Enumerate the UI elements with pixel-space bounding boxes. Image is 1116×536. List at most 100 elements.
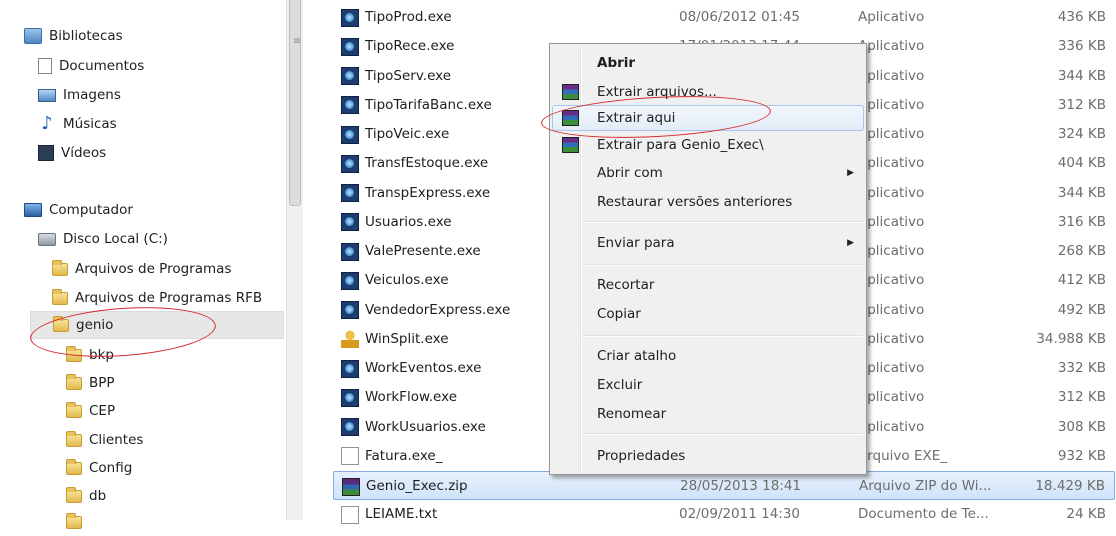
file-size: 436 KB — [1057, 9, 1106, 25]
documents-icon — [38, 58, 52, 74]
menu-separator — [583, 335, 863, 337]
file-size: 412 KB — [1057, 272, 1106, 289]
file-name: TranspExpress.exe — [341, 179, 490, 208]
file-name: TipoVeic.exe — [341, 120, 449, 149]
file-size: 308 KB — [1057, 418, 1106, 435]
nav-item-cep[interactable]: CEP — [66, 397, 115, 425]
file-name: Veiculos.exe — [341, 266, 449, 295]
file-name: LEIAME.txt — [341, 500, 437, 529]
application-icon — [341, 125, 359, 144]
nav-item-clientes[interactable]: Clientes — [66, 426, 143, 454]
nav-item-documentos[interactable]: Documentos — [38, 52, 144, 80]
file-type: Aplicativo — [858, 389, 925, 406]
music-icon: ♪ — [41, 113, 53, 134]
drive-icon — [38, 232, 56, 246]
file-type: Arquivo EXE_ — [858, 447, 948, 464]
folder-icon — [66, 373, 82, 390]
menu-item-label: Enviar para — [597, 235, 675, 251]
file-name: TransfEstoque.exe — [341, 149, 488, 178]
file-size: 492 KB — [1057, 301, 1106, 318]
file-name: ValePresente.exe — [341, 237, 481, 266]
folder-icon — [52, 288, 68, 305]
folder-icon — [66, 430, 82, 447]
file-size: 312 KB — [1057, 96, 1106, 113]
nav-item-musicas[interactable]: ♪ Músicas — [38, 110, 116, 138]
text-file-icon — [341, 447, 359, 466]
winrar-archive-icon — [342, 477, 360, 496]
menu-item-restore[interactable]: Restaurar versões anteriores — [552, 189, 864, 215]
menu-item-rename[interactable]: Renomear — [552, 401, 864, 427]
nav-item-computador[interactable]: Computador — [24, 196, 133, 224]
menu-item-copy[interactable]: Copiar — [552, 301, 864, 327]
menu-item-label: Propriedades — [597, 448, 686, 464]
file-size: 18.429 KB — [1035, 478, 1105, 494]
menu-item-delete[interactable]: Excluir — [552, 372, 864, 398]
application-icon — [341, 96, 359, 115]
file-type: Aplicativo — [858, 126, 925, 142]
file-type: Documento de Te... — [858, 506, 989, 523]
file-size: 34.988 KB — [1036, 330, 1106, 347]
nav-item-label: Vídeos — [61, 145, 107, 161]
menu-item-open[interactable]: Abrir — [552, 50, 864, 76]
file-name-label: TipoVeic.exe — [365, 126, 450, 142]
file-name-label: Genio_Exec.zip — [366, 478, 468, 494]
file-name-label: TipoProd.exe — [365, 9, 452, 25]
application-icon — [341, 301, 359, 319]
menu-item-label: Abrir — [597, 55, 636, 71]
file-size: 404 KB — [1057, 155, 1106, 172]
application-icon — [341, 213, 359, 232]
nav-scrollbar[interactable]: ≡ — [286, 0, 303, 520]
application-icon — [341, 154, 359, 173]
pictures-icon — [38, 88, 56, 102]
menu-item-label: Renomear — [597, 406, 667, 422]
file-name: TipoRece.exe — [341, 32, 454, 61]
menu-separator — [583, 433, 863, 435]
nav-item-partial[interactable] — [66, 508, 89, 536]
file-size: 344 KB — [1057, 67, 1106, 84]
nav-item-db[interactable]: db — [66, 482, 106, 510]
nav-item-arquivos-de-programas[interactable]: Arquivos de Programas — [52, 255, 231, 283]
file-type: Aplicativo — [858, 96, 925, 113]
nav-item-imagens[interactable]: Imagens — [38, 81, 121, 109]
folder-icon — [66, 458, 82, 475]
nav-item-label: Documentos — [59, 58, 145, 74]
file-type: Aplicativo — [858, 330, 925, 347]
file-name-label: WorkEventos.exe — [365, 360, 482, 376]
file-row[interactable]: TipoProd.exe 08/06/2012 01:45 Aplicativo 43… — [333, 3, 1115, 32]
winrar-icon — [562, 137, 579, 153]
menu-item-create-shortcut[interactable]: Criar atalho — [552, 343, 864, 369]
file-name: TipoProd.exe — [341, 3, 452, 32]
folder-icon — [66, 401, 82, 418]
menu-item-cut[interactable]: Recortar — [552, 272, 864, 298]
file-type: Aplicativo — [858, 155, 925, 172]
nav-item-label: Clientes — [89, 432, 144, 448]
file-name-label: WorkFlow.exe — [365, 389, 458, 406]
file-size: 324 KB — [1057, 126, 1106, 142]
menu-item-label: Abrir com — [597, 165, 663, 181]
menu-item-properties[interactable]: Propriedades — [552, 443, 864, 469]
file-row[interactable]: Genio_Exec.zip 28/05/2013 18:41 Arquivo ZI… — [333, 471, 1115, 500]
menu-item-send-to[interactable]: Enviar para ▶ — [552, 230, 864, 256]
chevron-right-icon: ▶ — [847, 168, 854, 178]
winsplit-app-icon — [341, 330, 359, 349]
application-icon — [341, 388, 359, 407]
nav-item-bpp[interactable]: BPP — [66, 369, 115, 397]
nav-item-config[interactable]: Config — [66, 454, 132, 482]
file-type: Aplicativo — [858, 38, 925, 55]
file-type: Aplicativo — [858, 243, 925, 259]
menu-item-label: Copiar — [597, 306, 641, 322]
nav-item-label: BPP — [89, 375, 115, 391]
nav-item-bibliotecas[interactable]: Bibliotecas — [24, 22, 123, 50]
file-row[interactable]: LEIAME.txt 02/09/2011 14:30 Documento de T… — [333, 500, 1115, 529]
file-name-label: WorkUsuarios.exe — [365, 418, 486, 435]
nav-item-disco-local[interactable]: Disco Local (C:) — [38, 225, 168, 253]
file-type: Aplicativo — [858, 9, 925, 25]
file-name-label: Usuarios.exe — [365, 213, 452, 230]
nav-item-videos[interactable]: Vídeos — [38, 139, 106, 167]
nav-scrollbar-thumb[interactable]: ≡ — [289, 0, 301, 206]
file-type: Aplicativo — [858, 67, 925, 84]
file-name: VendedorExpress.exe — [341, 296, 510, 325]
menu-item-open-with[interactable]: Abrir com ▶ — [552, 160, 864, 186]
application-icon — [341, 359, 359, 378]
nav-item-label: CEP — [89, 403, 116, 419]
